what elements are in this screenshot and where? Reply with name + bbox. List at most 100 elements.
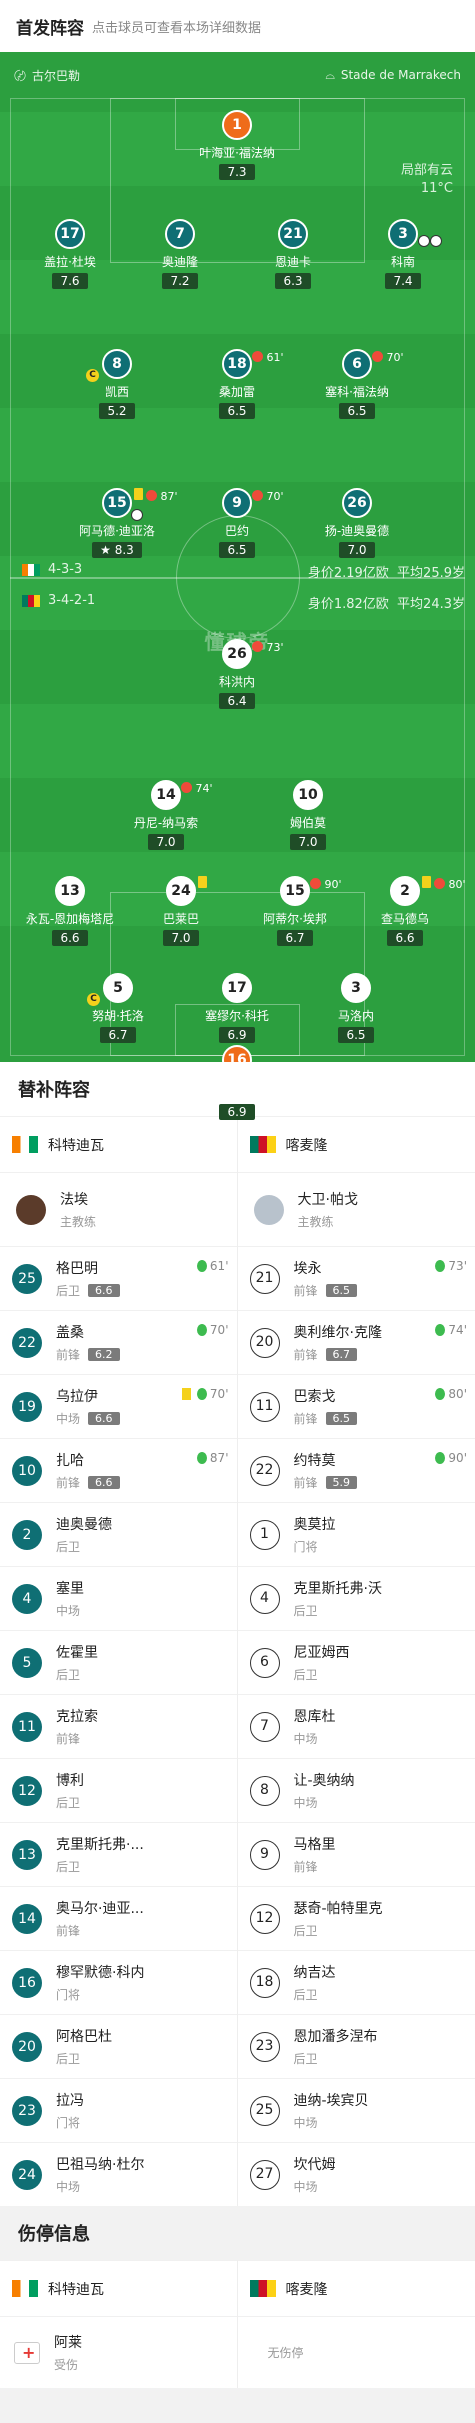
player-number: 15 xyxy=(102,488,132,518)
pitch-player[interactable]: 2 80' 查马德乌 6.6 xyxy=(360,876,466,946)
pitch-player[interactable]: 17 盖拉·杜埃 7.6 xyxy=(25,219,115,289)
sub-player-row[interactable]: 10 扎哈 前锋 6.6 87' xyxy=(0,1438,237,1502)
player-position: 中场 xyxy=(293,1732,318,1746)
sub-player-row[interactable]: 27 坎代姆 中场 xyxy=(237,2142,475,2206)
home-team-row: 科特迪瓦 xyxy=(0,2260,237,2316)
sub-player-row[interactable]: 24 巴祖马纳·杜尔 中场 xyxy=(0,2142,237,2206)
pitch-player[interactable]: 16 xyxy=(192,1045,282,1062)
sub-player-row[interactable]: 19 乌拉伊 中场 6.6 70' xyxy=(0,1374,237,1438)
pitch-player[interactable]: 3 马洛内 6.5 xyxy=(311,973,401,1043)
sub-player-row[interactable]: 11 克拉索 前锋 xyxy=(0,1694,237,1758)
player-rating: 7.6 xyxy=(52,273,88,289)
sub-player-row[interactable]: 1 奥莫拉 门将 xyxy=(237,1502,475,1566)
sub-player-row[interactable]: 16 穆罕默德·科内 门将 xyxy=(0,1950,237,2014)
sub-player-row[interactable]: 22 约特莫 前锋 5.9 90' xyxy=(237,1438,475,1502)
player-name: 埃帕西·姆博卡 xyxy=(199,1086,275,1100)
injured-player[interactable]: 阿莱受伤 xyxy=(0,2316,237,2388)
sub-player-row[interactable]: 4 克里斯托弗·沃 后卫 xyxy=(237,1566,475,1630)
sub-player-row[interactable]: 9 马格里 前锋 xyxy=(237,1822,475,1886)
sub-player-row[interactable]: 13 克里斯托弗·... 后卫 xyxy=(0,1822,237,1886)
player-rating: 6.7 xyxy=(277,930,313,946)
pitch-player[interactable]: 8 C 凯西 5.2 xyxy=(72,349,162,419)
sub-player-row[interactable]: 4 塞里 中场 xyxy=(0,1566,237,1630)
sub-player-row[interactable]: 18 纳吉达 后卫 xyxy=(237,1950,475,2014)
player-rating: 7.0 xyxy=(290,834,326,850)
player-rating: 6.9 xyxy=(219,1027,255,1043)
sub-player-row[interactable]: 20 阿格巴杜 后卫 xyxy=(0,2014,237,2078)
sub-off-icon xyxy=(252,641,263,652)
sub-player-row[interactable]: 22 盖桑 前锋 6.2 70' xyxy=(0,1310,237,1374)
sub-player-row[interactable]: 25 格巴明 后卫 6.6 61' xyxy=(0,1246,237,1310)
player-position: 后卫 xyxy=(293,1924,318,1938)
pitch-player[interactable]: 3 科南 7.4 xyxy=(358,219,448,289)
pitch-player[interactable]: 1 叶海亚·福法纳 7.3 xyxy=(192,110,282,180)
pitch-player[interactable]: 5 C 努胡·托洛 6.7 xyxy=(73,973,163,1043)
player-rating: 6.5 xyxy=(338,1027,374,1043)
sub-player-row[interactable]: 20 奥利维尔·克隆 前锋 6.7 74' xyxy=(237,1310,475,1374)
player-position-row: 前锋 6.5 xyxy=(294,1410,358,1427)
player-position-row: 前锋 xyxy=(294,1858,336,1875)
player-number: 10 xyxy=(12,1455,42,1486)
pitch-player[interactable]: 18 61' 桑加雷 6.5 xyxy=(192,349,284,419)
player-number: 21 xyxy=(249,1263,280,1294)
pitch-player[interactable]: 6 70' 塞科·福法纳 6.5 xyxy=(312,349,404,419)
player-position: 后卫 xyxy=(293,1668,318,1682)
sub-player-row[interactable]: 6 尼亚姆西 后卫 xyxy=(237,1630,475,1694)
pitch-player[interactable]: 14 74' 丹尼-纳马索 7.0 xyxy=(121,780,213,850)
pitch-player[interactable]: 26 73' 科洪内 6.4 xyxy=(192,639,284,709)
player-rating: 7.0 xyxy=(148,834,184,850)
player-rating: 6.5 xyxy=(339,403,375,419)
sub-player-row[interactable]: 12 瑟奇-帕特里克 后卫 xyxy=(237,1886,475,1950)
pitch-player-gk-label[interactable]: 埃帕西·姆博卡 6.9 xyxy=(192,1080,282,1120)
sub-off-icon xyxy=(146,490,157,501)
pitch-player[interactable]: 26 扬-迪奥曼德 7.0 xyxy=(312,488,402,558)
sub-off-icon xyxy=(181,782,192,793)
sub-player-row[interactable]: 12 博利 后卫 xyxy=(0,1758,237,1822)
sub-player-row[interactable]: 21 埃永 前锋 6.5 73' xyxy=(237,1246,475,1310)
pitch-player[interactable]: 15 90' 阿蒂尔·埃邦 6.7 xyxy=(250,876,342,946)
player-name: 马格里 xyxy=(293,1837,336,1853)
sub-player-row[interactable]: 2 迪奥曼德 后卫 xyxy=(0,1502,237,1566)
sub-player-row[interactable]: 11 巴索戈 前锋 6.5 80' xyxy=(237,1374,475,1438)
coach-row[interactable]: 大卫·帕戈 主教练 xyxy=(237,1172,475,1246)
player-name: 桑加雷 xyxy=(218,385,255,399)
sub-player-row[interactable]: 25 迪纳-埃宾贝 中场 xyxy=(237,2078,475,2142)
ivory-coast-flag-icon xyxy=(12,2280,38,2297)
pitch-player[interactable]: 7 奥迪隆 7.2 xyxy=(135,219,225,289)
venue: Stade de Marrakech xyxy=(340,68,461,82)
pitch-player[interactable]: 9 70' 巴约 6.5 xyxy=(192,488,284,558)
player-name: 塞科·福法纳 xyxy=(325,385,389,399)
coach-row[interactable]: 法埃 主教练 xyxy=(0,1172,237,1246)
sub-player-row[interactable]: 14 奥马尔·迪亚... 前锋 xyxy=(0,1886,237,1950)
sub-time-mark: 70' xyxy=(372,351,404,364)
player-name: 塞缪尔·科托 xyxy=(205,1009,269,1023)
pitch-player[interactable]: 13 永瓦-恩加梅塔尼 6.6 xyxy=(25,876,115,946)
player-position: 后卫 xyxy=(56,1668,81,1682)
pitch-player[interactable]: 15 87' 阿马德·迪亚洛 ★ 8.3 xyxy=(72,488,178,558)
player-name: 巴索戈 xyxy=(293,1389,336,1405)
sub-time: 87' xyxy=(209,1451,229,1465)
player-position-row: 门将 xyxy=(56,1986,144,2003)
player-number: 18 xyxy=(222,349,252,379)
player-name: 巴祖马纳·杜尔 xyxy=(56,2157,145,2173)
player-name: 科南 xyxy=(390,255,415,269)
pitch-player[interactable]: 17 塞缪尔·科托 6.9 xyxy=(192,973,282,1043)
pitch-player[interactable]: 10 姆伯莫 7.0 xyxy=(263,780,353,850)
pitch-player[interactable]: 21 恩迪卡 6.3 xyxy=(248,219,338,289)
sub-player-row[interactable]: 23 恩加潘多涅布 后卫 xyxy=(237,2014,475,2078)
player-name: 科洪内 xyxy=(218,675,255,689)
sub-player-row[interactable]: 8 让-奥纳纳 中场 xyxy=(237,1758,475,1822)
pitch-player[interactable]: 24 巴莱巴 7.0 xyxy=(136,876,226,946)
player-position: 中场 xyxy=(293,1796,318,1810)
cameroon-flag-icon xyxy=(22,594,40,607)
player-position: 前锋 xyxy=(56,1924,81,1938)
player-name: 凯西 xyxy=(104,385,129,399)
player-position-row: 前锋 6.7 xyxy=(294,1346,382,1363)
player-position-row: 前锋 xyxy=(56,1730,98,1747)
sub-player-row[interactable]: 23 拉冯 门将 xyxy=(0,2078,237,2142)
player-rating: 6.9 xyxy=(219,1104,255,1120)
sub-time-mark: 90' xyxy=(310,878,342,891)
sub-player-row[interactable]: 7 恩库杜 中场 xyxy=(237,1694,475,1758)
medical-kit-icon xyxy=(14,2341,40,2364)
sub-player-row[interactable]: 5 佐霍里 后卫 xyxy=(0,1630,237,1694)
